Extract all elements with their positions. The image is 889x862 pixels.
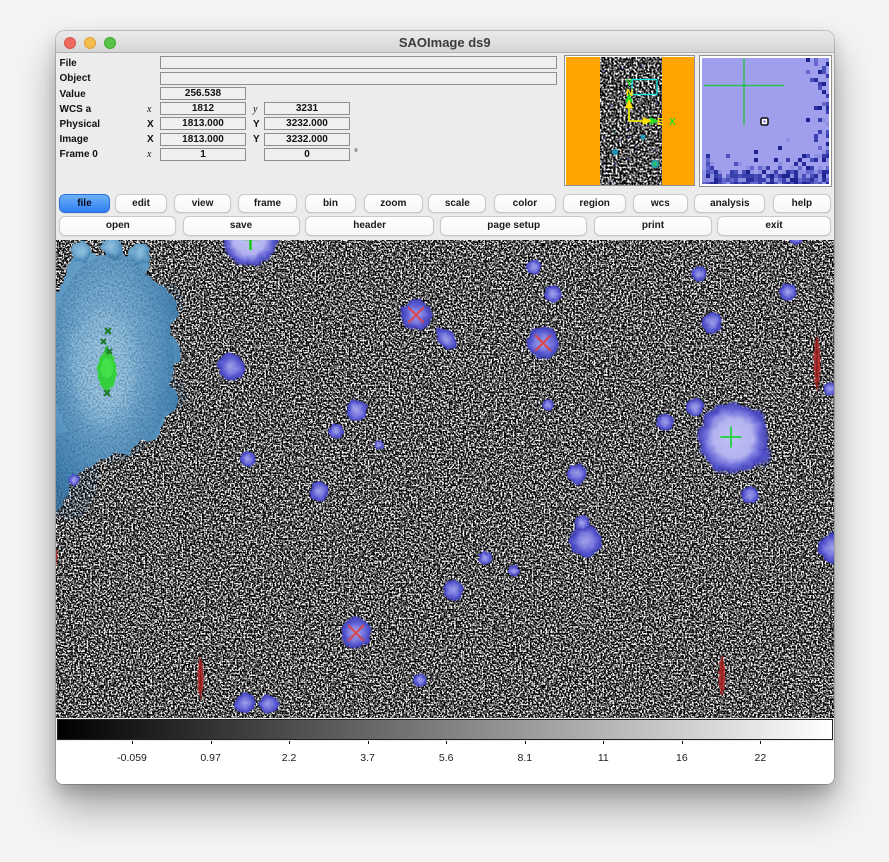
svg-text:N: N xyxy=(626,88,633,99)
svg-text:E: E xyxy=(657,117,664,128)
svg-text:X: X xyxy=(669,117,676,128)
